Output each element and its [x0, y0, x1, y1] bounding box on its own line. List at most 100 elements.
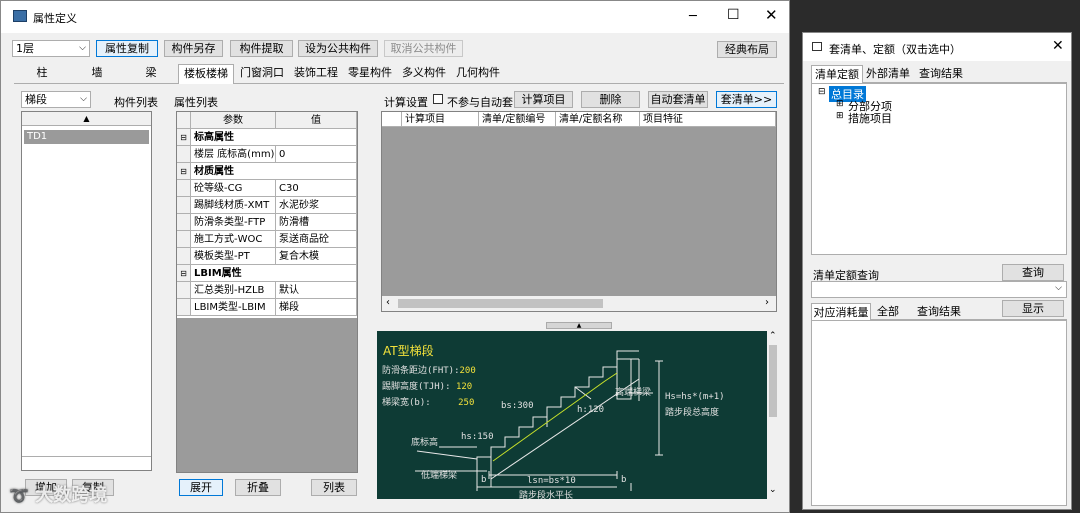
type-select[interactable]: 梯段 ⌵	[21, 91, 91, 108]
row-spacer	[177, 248, 191, 265]
props-value-cell[interactable]: 默认	[276, 282, 357, 299]
diagram-scrollbar[interactable]: ⌃ ⌄	[767, 331, 779, 499]
no-auto-checkbox[interactable]	[433, 94, 443, 104]
tree-expand-icon[interactable]: ⊞	[836, 111, 844, 121]
props-value-cell[interactable]: 泵送商品砼	[276, 231, 357, 248]
window-title: 属性定义	[33, 12, 77, 25]
auto-apply-list-button[interactable]: 自动套清单	[648, 91, 708, 108]
col-value-header: 值	[276, 112, 357, 129]
tab-door-window[interactable]: 门窗洞口	[235, 64, 289, 82]
label-lsn: lsn=bs*10	[527, 476, 576, 486]
query-button[interactable]: 查询	[1002, 264, 1064, 281]
apply-list-button[interactable]: 套清单>>	[716, 91, 777, 108]
right-window-title: 套清单、定额（双击选中）	[829, 43, 961, 56]
props-section-header: 材质属性	[191, 163, 357, 180]
close-icon[interactable]: ✕	[765, 6, 778, 24]
stair-diagram: AT型梯段 防滑条距边(FHT):200 踢脚高度(TJH): 120 梯梁宽(…	[377, 331, 767, 499]
right-tabs: 清单定额 外部清单 查询结果	[811, 65, 1067, 84]
props-param-cell: 楼层 底标高(mm)	[191, 146, 276, 163]
col-expander	[177, 112, 191, 129]
tab-decoration[interactable]: 装饰工程	[289, 64, 343, 82]
component-list-label: 构件列表	[114, 96, 158, 109]
copy-attr-button[interactable]: 属性复制	[96, 40, 158, 57]
scroll-up-icon[interactable]: ⌃	[769, 331, 777, 341]
tab-consumption[interactable]: 对应消耗量	[811, 303, 871, 321]
title-bar: 属性定义 ─ ☐ ✕	[1, 1, 789, 33]
col-blank	[382, 112, 402, 127]
props-param-cell: 汇总类别-HZLB	[191, 282, 276, 299]
calc-item-button[interactable]: 计算项目	[514, 91, 573, 108]
tab-query-result-2[interactable]: 查询结果	[907, 303, 971, 321]
label-h: h:120	[577, 405, 605, 415]
extract-component-button[interactable]: 构件提取	[230, 40, 293, 57]
component-list: ▲ TD1	[21, 111, 152, 471]
classic-layout-button[interactable]: 经典布局	[717, 41, 777, 58]
query-input[interactable]: ⌵	[811, 281, 1067, 298]
props-param-cell: 施工方式-WOC	[191, 231, 276, 248]
label-horizontal: 踏步段水平长	[519, 491, 574, 499]
tab-slab-stair[interactable]: 楼板楼梯	[178, 64, 234, 84]
catalog-tree: ⊟ 总目录 ⊞ 分部分项 ⊞ 措施项目	[811, 83, 1067, 255]
delete-button[interactable]: 删除	[581, 91, 640, 108]
props-param-cell: 防滑条类型-FTP	[191, 214, 276, 231]
watermark: ➰ 大数跨境	[9, 485, 108, 506]
tab-all[interactable]: 全部	[873, 303, 903, 321]
maximize-icon[interactable]: ☐	[727, 7, 740, 23]
scroll-down-icon[interactable]: ⌄	[769, 485, 777, 495]
splitter-handle[interactable]: ▲	[546, 322, 612, 329]
tab-geometry[interactable]: 几何构件	[451, 64, 505, 82]
right-title-bar: 套清单、定额（双击选中） ✕	[803, 33, 1071, 61]
props-param-cell: 砼等级-CG	[191, 180, 276, 197]
tab-query-result[interactable]: 查询结果	[915, 65, 967, 83]
props-grid: 参数 值 ⊟ 标高属性 楼层 底标高(mm) 0 ⊟ 材质属性 砼等级-CG C30 踢脚线材质…	[177, 112, 357, 318]
collapse-button[interactable]: 折叠	[235, 479, 281, 496]
scroll-right-icon[interactable]: ›	[765, 297, 769, 308]
tab-column[interactable]: 柱	[14, 64, 70, 82]
tree-expand-icon[interactable]: ⊞	[836, 99, 844, 109]
scroll-left-icon[interactable]: ‹	[386, 297, 390, 308]
props-value-cell[interactable]: 复合木模	[276, 248, 357, 265]
expand-button[interactable]: 展开	[179, 479, 223, 496]
save-as-component-button[interactable]: 构件另存	[164, 40, 223, 57]
label-b-right: b	[621, 475, 627, 485]
tab-multi[interactable]: 多义构件	[397, 64, 451, 82]
list-sort-header[interactable]: ▲	[22, 112, 151, 126]
tab-beam[interactable]: 梁	[124, 64, 178, 82]
section-expander[interactable]: ⊟	[177, 129, 191, 146]
props-value-cell[interactable]: 0	[276, 146, 357, 163]
app-icon	[13, 10, 27, 22]
minimize-icon[interactable]: ─	[689, 9, 697, 24]
props-value-cell[interactable]: 防滑槽	[276, 214, 357, 231]
list-item[interactable]: TD1	[24, 130, 149, 144]
label-high-beam: 高端梯梁	[615, 388, 652, 398]
scroll-thumb[interactable]	[769, 345, 777, 417]
show-button[interactable]: 显示	[1002, 300, 1064, 317]
tab-wall[interactable]: 墙	[70, 64, 124, 82]
tab-list-quota[interactable]: 清单定额	[811, 65, 863, 84]
chevron-down-icon[interactable]: ⌵	[1055, 283, 1062, 293]
tab-misc[interactable]: 零星构件	[343, 64, 397, 82]
props-param-cell: LBIM类型-LBIM	[191, 299, 276, 316]
set-public-component-button[interactable]: 设为公共构件	[298, 40, 378, 57]
label-formula: Hs=hs*(m+1)	[665, 392, 725, 402]
section-expander[interactable]: ⊟	[177, 163, 191, 180]
section-expander[interactable]: ⊟	[177, 265, 191, 282]
list-button[interactable]: 列表	[311, 479, 357, 496]
tab-external-list[interactable]: 外部清单	[863, 65, 913, 83]
props-value-cell[interactable]: 梯段	[276, 299, 357, 316]
props-label: 属性列表	[174, 96, 218, 109]
props-value-cell[interactable]: 水泥砂浆	[276, 197, 357, 214]
row-spacer	[177, 180, 191, 197]
floor-select[interactable]: 1层 ⌵	[12, 40, 90, 57]
watermark-logo-icon: ➰	[9, 486, 29, 505]
props-value-cell[interactable]: C30	[276, 180, 357, 197]
horizontal-scrollbar[interactable]: ‹ ›	[382, 296, 776, 311]
tree-item-measures[interactable]: 措施项目	[848, 110, 892, 126]
tree-collapse-icon[interactable]: ⊟	[818, 87, 826, 97]
close-icon[interactable]: ✕	[1052, 38, 1064, 54]
cancel-public-component-button: 取消公共构件	[384, 40, 463, 57]
diagram-param-3: 梯梁宽(b): 250	[382, 398, 475, 408]
diagram-param-2: 踢脚高度(TJH): 120	[382, 382, 473, 392]
label-total-height: 踏步段总高度	[665, 408, 720, 418]
scroll-thumb[interactable]	[398, 299, 603, 308]
